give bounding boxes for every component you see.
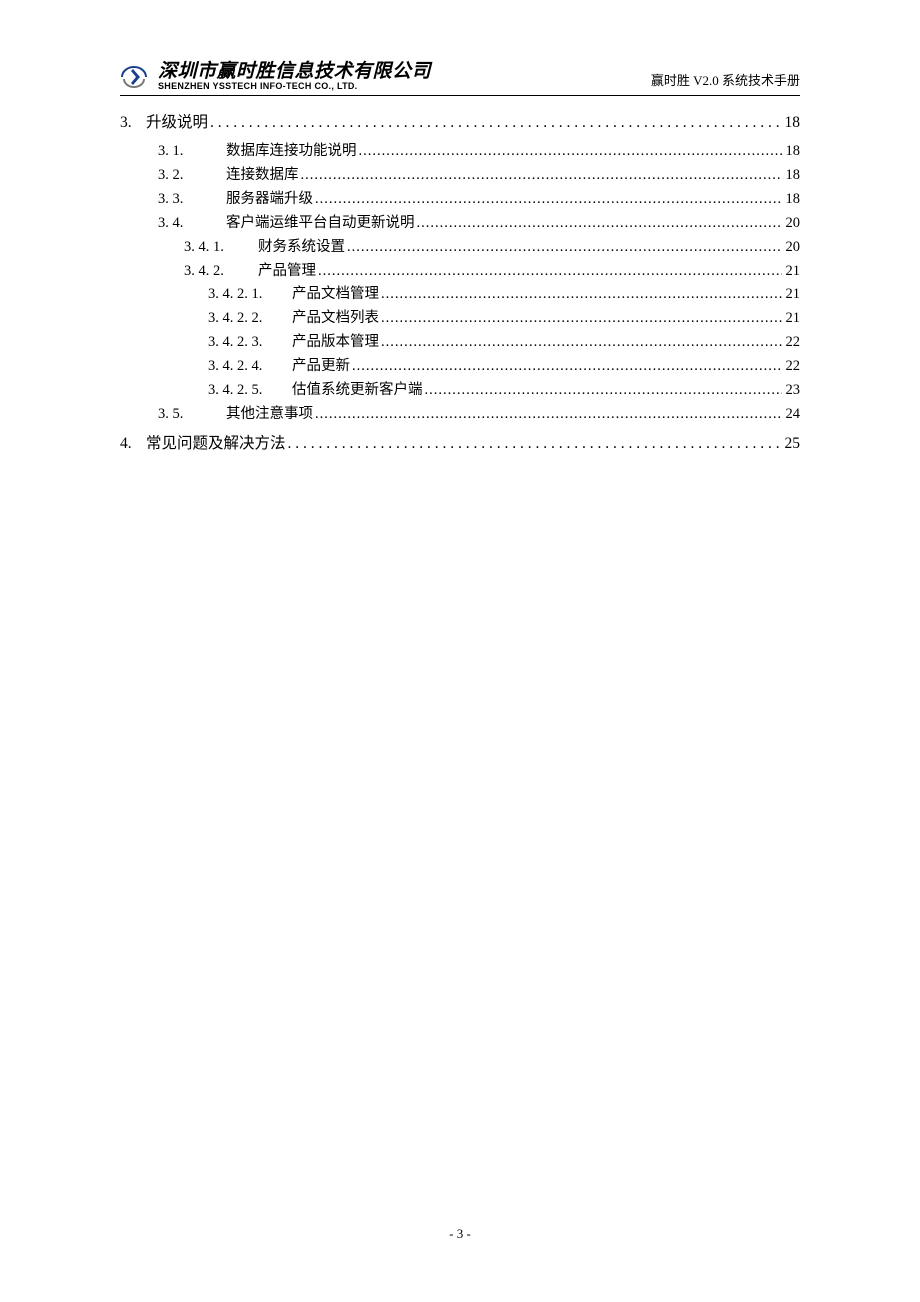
toc-label: 常见问题及解决方法: [146, 431, 286, 457]
toc-number: 3. 4.: [158, 212, 226, 236]
toc-number: 3. 3.: [158, 188, 226, 212]
toc-entry-3-3[interactable]: 3. 3. 服务器端升级 18: [120, 188, 800, 212]
toc-page: 22: [784, 355, 801, 379]
toc-leader: [381, 307, 782, 331]
toc-page: 21: [784, 283, 801, 307]
toc-label: 产品管理: [258, 260, 316, 284]
toc-number: 3. 4. 2. 3.: [208, 331, 292, 355]
toc-entry-3-1[interactable]: 3. 1. 数据库连接功能说明 18: [120, 140, 800, 164]
toc-leader: [425, 379, 782, 403]
brand-block: 深圳市赢时胜信息技术有限公司 SHENZHEN YSSTECH INFO-TEC…: [120, 62, 431, 91]
toc-label: 升级说明: [146, 110, 208, 136]
toc-entry-3-4-2-2[interactable]: 3. 4. 2. 2. 产品文档列表 21: [120, 307, 800, 331]
toc-page: 20: [784, 212, 801, 236]
toc-leader: [288, 431, 781, 457]
toc-leader: [318, 260, 782, 284]
toc-page: 18: [784, 188, 801, 212]
toc-label: 连接数据库: [226, 164, 299, 188]
toc-label: 其他注意事项: [226, 403, 313, 427]
toc-page: 22: [784, 331, 801, 355]
toc-number: 3. 1.: [158, 140, 226, 164]
page-number: - 3 -: [449, 1226, 471, 1241]
toc-leader: [210, 110, 780, 136]
toc-leader: [417, 212, 782, 236]
toc-entry-3-4[interactable]: 3. 4. 客户端运维平台自动更新说明 20: [120, 212, 800, 236]
company-name-en: SHENZHEN YSSTECH INFO-TECH CO., LTD.: [158, 82, 431, 91]
toc-page: 21: [784, 307, 801, 331]
toc-entry-4[interactable]: 4. 常见问题及解决方法 25: [120, 431, 800, 457]
toc-leader: [359, 140, 782, 164]
toc-page: 18: [783, 110, 801, 136]
toc-page: 25: [783, 431, 801, 457]
toc-number: 3. 4. 1.: [184, 236, 258, 260]
toc-label: 服务器端升级: [226, 188, 313, 212]
toc-entry-3-5[interactable]: 3. 5. 其他注意事项 24: [120, 403, 800, 427]
brand-text: 深圳市赢时胜信息技术有限公司 SHENZHEN YSSTECH INFO-TEC…: [158, 62, 431, 91]
toc-leader: [315, 403, 782, 427]
toc-entry-3-4-2-3[interactable]: 3. 4. 2. 3. 产品版本管理 22: [120, 331, 800, 355]
toc-number: 3. 4. 2. 5.: [208, 379, 292, 403]
toc-label: 产品更新: [292, 355, 350, 379]
toc-page: 20: [784, 236, 801, 260]
toc-page: 18: [784, 140, 801, 164]
toc-page: 18: [784, 164, 801, 188]
toc-number: 4.: [120, 431, 146, 457]
toc-leader: [352, 355, 782, 379]
toc-leader: [381, 283, 782, 307]
toc-number: 3. 2.: [158, 164, 226, 188]
toc-number: 3. 4. 2. 1.: [208, 283, 292, 307]
toc-entry-3-4-2-4[interactable]: 3. 4. 2. 4. 产品更新 22: [120, 355, 800, 379]
company-name-cn: 深圳市赢时胜信息技术有限公司: [158, 62, 431, 82]
toc-entry-3-4-2[interactable]: 3. 4. 2. 产品管理 21: [120, 260, 800, 284]
toc-page: 21: [784, 260, 801, 284]
toc-entry-3-2[interactable]: 3. 2. 连接数据库 18: [120, 164, 800, 188]
toc-leader: [381, 331, 782, 355]
toc-page: 24: [784, 403, 801, 427]
page: 深圳市赢时胜信息技术有限公司 SHENZHEN YSSTECH INFO-TEC…: [0, 0, 920, 501]
company-logo-icon: [120, 65, 148, 89]
toc-label: 产品文档列表: [292, 307, 379, 331]
toc-label: 财务系统设置: [258, 236, 345, 260]
table-of-contents: 3. 升级说明 18 3. 1. 数据库连接功能说明 18 3. 2. 连接数据…: [120, 110, 800, 456]
toc-label: 客户端运维平台自动更新说明: [226, 212, 415, 236]
toc-label: 估值系统更新客户端: [292, 379, 423, 403]
toc-number: 3.: [120, 110, 146, 136]
toc-number: 3. 4. 2. 2.: [208, 307, 292, 331]
document-title: 赢时胜 V2.0 系统技术手册: [651, 70, 800, 91]
toc-label: 产品文档管理: [292, 283, 379, 307]
toc-number: 3. 4. 2. 4.: [208, 355, 292, 379]
toc-leader: [347, 236, 782, 260]
toc-entry-3-4-2-5[interactable]: 3. 4. 2. 5. 估值系统更新客户端 23: [120, 379, 800, 403]
toc-number: 3. 5.: [158, 403, 226, 427]
toc-leader: [301, 164, 782, 188]
toc-entry-3-4-2-1[interactable]: 3. 4. 2. 1. 产品文档管理 21: [120, 283, 800, 307]
toc-number: 3. 4. 2.: [184, 260, 258, 284]
toc-label: 数据库连接功能说明: [226, 140, 357, 164]
toc-label: 产品版本管理: [292, 331, 379, 355]
toc-leader: [315, 188, 782, 212]
page-header: 深圳市赢时胜信息技术有限公司 SHENZHEN YSSTECH INFO-TEC…: [120, 62, 800, 96]
toc-entry-3-4-1[interactable]: 3. 4. 1. 财务系统设置 20: [120, 236, 800, 260]
toc-page: 23: [784, 379, 801, 403]
page-footer: - 3 -: [0, 1226, 920, 1242]
toc-entry-3[interactable]: 3. 升级说明 18: [120, 110, 800, 136]
